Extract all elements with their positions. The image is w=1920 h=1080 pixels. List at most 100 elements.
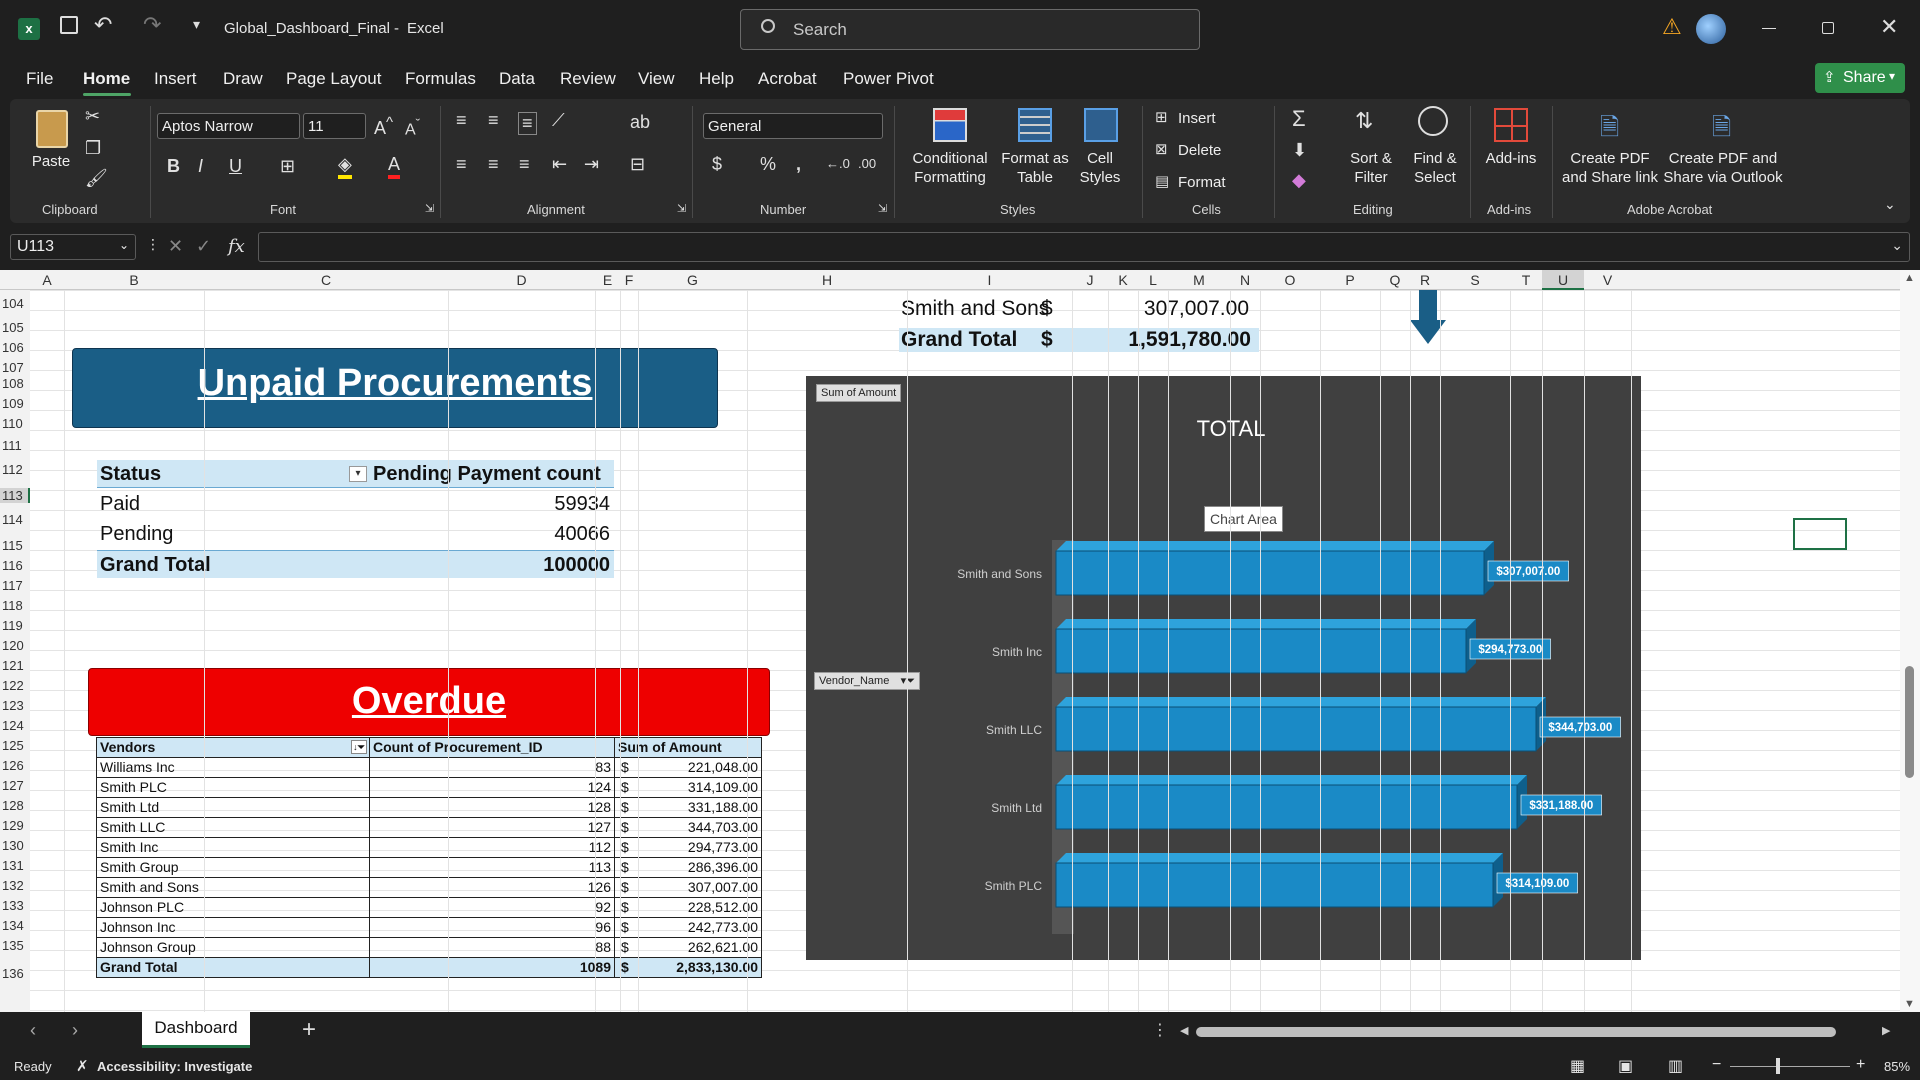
row-header-105[interactable]: 105 bbox=[0, 320, 30, 335]
paste-button[interactable]: Paste bbox=[28, 152, 74, 171]
copy-icon[interactable]: ❐ bbox=[85, 138, 101, 159]
zoom-out-icon[interactable]: − bbox=[1712, 1056, 1721, 1074]
menu-acrobat[interactable]: Acrobat bbox=[758, 69, 817, 89]
row-header-128[interactable]: 128 bbox=[0, 798, 30, 813]
menu-file[interactable]: File bbox=[26, 69, 53, 89]
column-header-t[interactable]: T bbox=[1510, 272, 1542, 288]
row-header-133[interactable]: 133 bbox=[0, 898, 30, 913]
row-header-122[interactable]: 122 bbox=[0, 678, 30, 693]
confirm-entry-icon[interactable]: ✓ bbox=[196, 236, 211, 257]
row-header-117[interactable]: 117 bbox=[0, 578, 30, 593]
column-header-k[interactable]: K bbox=[1108, 272, 1138, 288]
page-break-view-icon[interactable]: ▥ bbox=[1668, 1056, 1683, 1076]
align-right-icon[interactable]: ≡ bbox=[519, 154, 530, 175]
column-header-e[interactable]: E bbox=[595, 272, 620, 288]
row-header-130[interactable]: 130 bbox=[0, 838, 30, 853]
row-header-136[interactable]: 136 bbox=[0, 966, 30, 981]
create-pdf-share-link-button[interactable]: Create PDF and Share link bbox=[1560, 149, 1660, 187]
menu-help[interactable]: Help bbox=[699, 69, 734, 89]
font-name-select[interactable]: Aptos Narrow bbox=[157, 113, 300, 139]
accessibility-icon[interactable]: ✗ bbox=[76, 1057, 89, 1075]
collapse-ribbon-icon[interactable]: ⌄ bbox=[1884, 196, 1896, 213]
fill-icon[interactable]: ⬇ bbox=[1292, 140, 1307, 161]
scroll-right-icon[interactable]: ▶ bbox=[1882, 1024, 1890, 1037]
add-sheet-icon[interactable]: + bbox=[302, 1016, 316, 1044]
number-dialog-launcher-icon[interactable]: ⇲ bbox=[878, 202, 887, 215]
row-header-113[interactable]: 113 bbox=[0, 488, 30, 503]
insert-function-icon[interactable]: fx bbox=[228, 236, 245, 257]
menu-page-layout[interactable]: Page Layout bbox=[286, 69, 381, 89]
scroll-left-icon[interactable]: ◀ bbox=[1180, 1024, 1188, 1037]
chart-bar-group[interactable]: Smith LLC $344,703.00 bbox=[986, 697, 1621, 752]
chart-bar[interactable] bbox=[1055, 862, 1494, 908]
conditional-formatting-icon[interactable] bbox=[933, 108, 967, 142]
overdue-banner[interactable]: Overdue bbox=[88, 668, 770, 736]
save-icon[interactable] bbox=[60, 16, 78, 34]
row-header-134[interactable]: 134 bbox=[0, 918, 30, 933]
delete-cells-icon[interactable]: ⊠ bbox=[1155, 140, 1168, 158]
row-header-112[interactable]: 112 bbox=[0, 462, 30, 477]
italic-icon[interactable]: I bbox=[198, 156, 203, 177]
sort-filter-icon[interactable]: ⇅ bbox=[1355, 108, 1373, 134]
clear-icon[interactable]: ◆ bbox=[1292, 170, 1306, 191]
underline-icon[interactable]: U bbox=[229, 156, 242, 177]
row-header-108[interactable]: 108 bbox=[0, 376, 30, 391]
tab-splitter-icon[interactable]: ⋮ bbox=[1152, 1020, 1168, 1040]
comma-style-icon[interactable]: , bbox=[796, 154, 801, 175]
increase-indent-icon[interactable]: ⇥ bbox=[584, 154, 599, 175]
scroll-down-icon[interactable]: ▼ bbox=[1904, 998, 1915, 1010]
align-top-icon[interactable]: ≡ bbox=[456, 110, 467, 131]
pivot-chart[interactable]: Sum of Amount TOTAL Chart Area Vendor_Na… bbox=[806, 376, 1641, 960]
vertical-scroll-thumb[interactable] bbox=[1905, 666, 1914, 778]
menu-draw[interactable]: Draw bbox=[223, 69, 263, 89]
number-format-select[interactable]: General bbox=[703, 113, 883, 139]
customize-qat-icon[interactable]: ▾ bbox=[193, 16, 200, 33]
bold-icon[interactable]: B bbox=[167, 156, 180, 177]
conditional-formatting-button[interactable]: Conditional Formatting bbox=[904, 149, 996, 187]
menu-insert[interactable]: Insert bbox=[154, 69, 197, 89]
delete-cells-button[interactable]: Delete bbox=[1178, 141, 1221, 160]
row-header-121[interactable]: 121 bbox=[0, 658, 30, 673]
normal-view-icon[interactable]: ▦ bbox=[1570, 1056, 1585, 1076]
format-painter-icon[interactable]: 🖌 bbox=[85, 168, 108, 189]
zoom-slider-thumb[interactable] bbox=[1776, 1058, 1780, 1074]
cell-styles-button[interactable]: Cell Styles bbox=[1072, 149, 1128, 187]
row-header-126[interactable]: 126 bbox=[0, 758, 30, 773]
prev-sheet-icon[interactable]: ‹ bbox=[30, 1020, 36, 1041]
font-color-icon[interactable]: A bbox=[388, 154, 401, 179]
row-header-132[interactable]: 132 bbox=[0, 878, 30, 893]
selected-cell-u113[interactable] bbox=[1793, 518, 1847, 550]
vertical-scrollbar[interactable]: ▲ ▼ bbox=[1900, 270, 1920, 1012]
row-header-125[interactable]: 125 bbox=[0, 738, 30, 753]
avatar[interactable] bbox=[1696, 14, 1726, 44]
column-header-o[interactable]: O bbox=[1260, 272, 1320, 288]
unpaid-procurements-banner[interactable]: Unpaid Procurements bbox=[72, 348, 718, 428]
restore-icon[interactable] bbox=[1822, 22, 1834, 34]
column-header-q[interactable]: Q bbox=[1380, 272, 1410, 288]
close-icon[interactable]: ✕ bbox=[1880, 14, 1898, 40]
create-pdf-outlook-button[interactable]: Create PDF and Share via Outlook bbox=[1662, 149, 1784, 187]
row-header-106[interactable]: 106 bbox=[0, 340, 30, 355]
sort-filter-icon[interactable]: ↓⏷ bbox=[351, 740, 367, 754]
accessibility-status[interactable]: Accessibility: Investigate bbox=[97, 1059, 252, 1074]
column-header-r[interactable]: R bbox=[1410, 272, 1440, 288]
row-header-110[interactable]: 110 bbox=[0, 416, 30, 431]
chart-bar[interactable] bbox=[1055, 706, 1537, 752]
column-header-m[interactable]: M bbox=[1168, 272, 1230, 288]
search-box[interactable]: Search bbox=[740, 9, 1200, 50]
currency-icon[interactable]: $ bbox=[712, 154, 722, 175]
chart-bar[interactable] bbox=[1055, 784, 1518, 830]
minimize-icon[interactable] bbox=[1762, 28, 1776, 29]
column-header-j[interactable]: J bbox=[1072, 272, 1108, 288]
align-center-icon[interactable]: ≡ bbox=[488, 154, 499, 175]
row-header-119[interactable]: 119 bbox=[0, 618, 30, 633]
insert-cells-icon[interactable]: ⊞ bbox=[1155, 108, 1168, 126]
paste-icon[interactable] bbox=[36, 110, 68, 148]
row-header-129[interactable]: 129 bbox=[0, 818, 30, 833]
alignment-dialog-launcher-icon[interactable]: ⇲ bbox=[677, 202, 686, 215]
chart-bar-group[interactable]: Smith and Sons $307,007.00 bbox=[957, 541, 1569, 596]
row-header-135[interactable]: 135 bbox=[0, 938, 30, 953]
add-ins-button[interactable]: Add-ins bbox=[1480, 149, 1542, 168]
format-as-table-icon[interactable] bbox=[1018, 108, 1052, 142]
zoom-slider[interactable] bbox=[1730, 1066, 1850, 1067]
